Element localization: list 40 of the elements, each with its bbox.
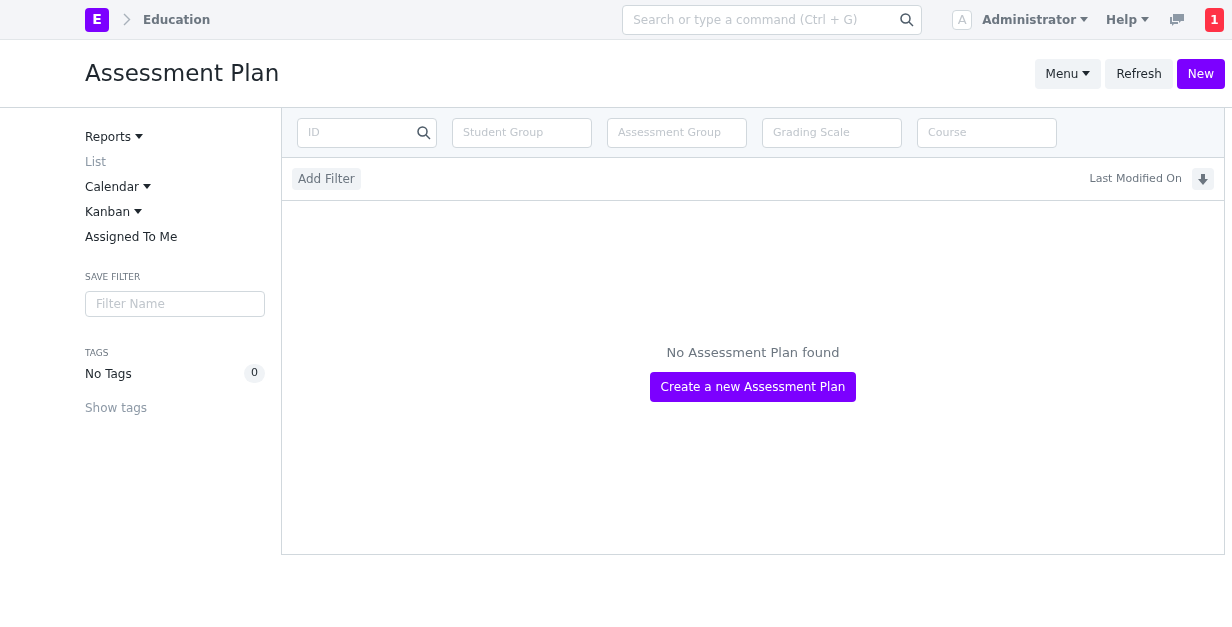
section-heading: SAVE FILTER xyxy=(85,271,142,284)
menu-button[interactable]: Menu xyxy=(1034,58,1102,89)
app-logo[interactable]: E xyxy=(85,7,109,32)
filter-field[interactable]: Grading Scale xyxy=(762,117,902,148)
page-title: Assessment Plan xyxy=(85,59,280,89)
chat-icon[interactable] xyxy=(1169,12,1185,27)
filter-field[interactable]: Student Group xyxy=(452,117,592,148)
help-menu[interactable]: Help xyxy=(1106,10,1149,29)
filter-field[interactable]: Assessment Group xyxy=(607,117,747,148)
filter-name-field[interactable]: Filter Name xyxy=(85,290,265,317)
caret-icon xyxy=(1141,17,1149,22)
search-icon xyxy=(417,125,431,140)
tag-label: No Tags xyxy=(85,365,132,383)
new-button[interactable]: New xyxy=(1176,58,1225,89)
arrow-down-icon xyxy=(1198,173,1208,185)
sidebar-item[interactable]: Calendar xyxy=(85,174,265,199)
notification-badge[interactable]: 1 xyxy=(1205,7,1224,32)
sidebar-item[interactable]: Kanban xyxy=(85,199,265,224)
caret-icon xyxy=(134,209,143,214)
caret-icon xyxy=(142,184,151,189)
sort-direction-button[interactable] xyxy=(1192,168,1214,190)
empty-message: No Assessment Plan found xyxy=(666,343,840,362)
sidebar-item[interactable]: Reports xyxy=(85,124,265,149)
section-heading: TAGS xyxy=(85,346,110,360)
caret-icon xyxy=(1082,71,1091,76)
sidebar-item[interactable]: Assigned To Me xyxy=(85,224,265,249)
chevron-right-icon xyxy=(123,13,131,26)
filter-field[interactable]: ID xyxy=(297,117,437,148)
caret-icon xyxy=(135,134,144,139)
sort-label[interactable]: Last Modified On xyxy=(1089,170,1182,188)
refresh-button[interactable]: Refresh xyxy=(1105,58,1173,89)
create-button[interactable]: Create a new Assessment Plan xyxy=(649,372,857,403)
user-menu[interactable]: Administrator xyxy=(982,10,1089,29)
breadcrumb-link[interactable]: Education xyxy=(143,10,211,29)
search-field[interactable]: Search or type a command (Ctrl + G) xyxy=(622,4,923,35)
filter-field[interactable]: Course xyxy=(917,117,1057,148)
caret-icon xyxy=(1080,17,1089,22)
search-icon xyxy=(900,12,915,27)
tag-count: 0 xyxy=(244,364,265,383)
add-filter-button[interactable]: Add Filter xyxy=(292,168,361,190)
